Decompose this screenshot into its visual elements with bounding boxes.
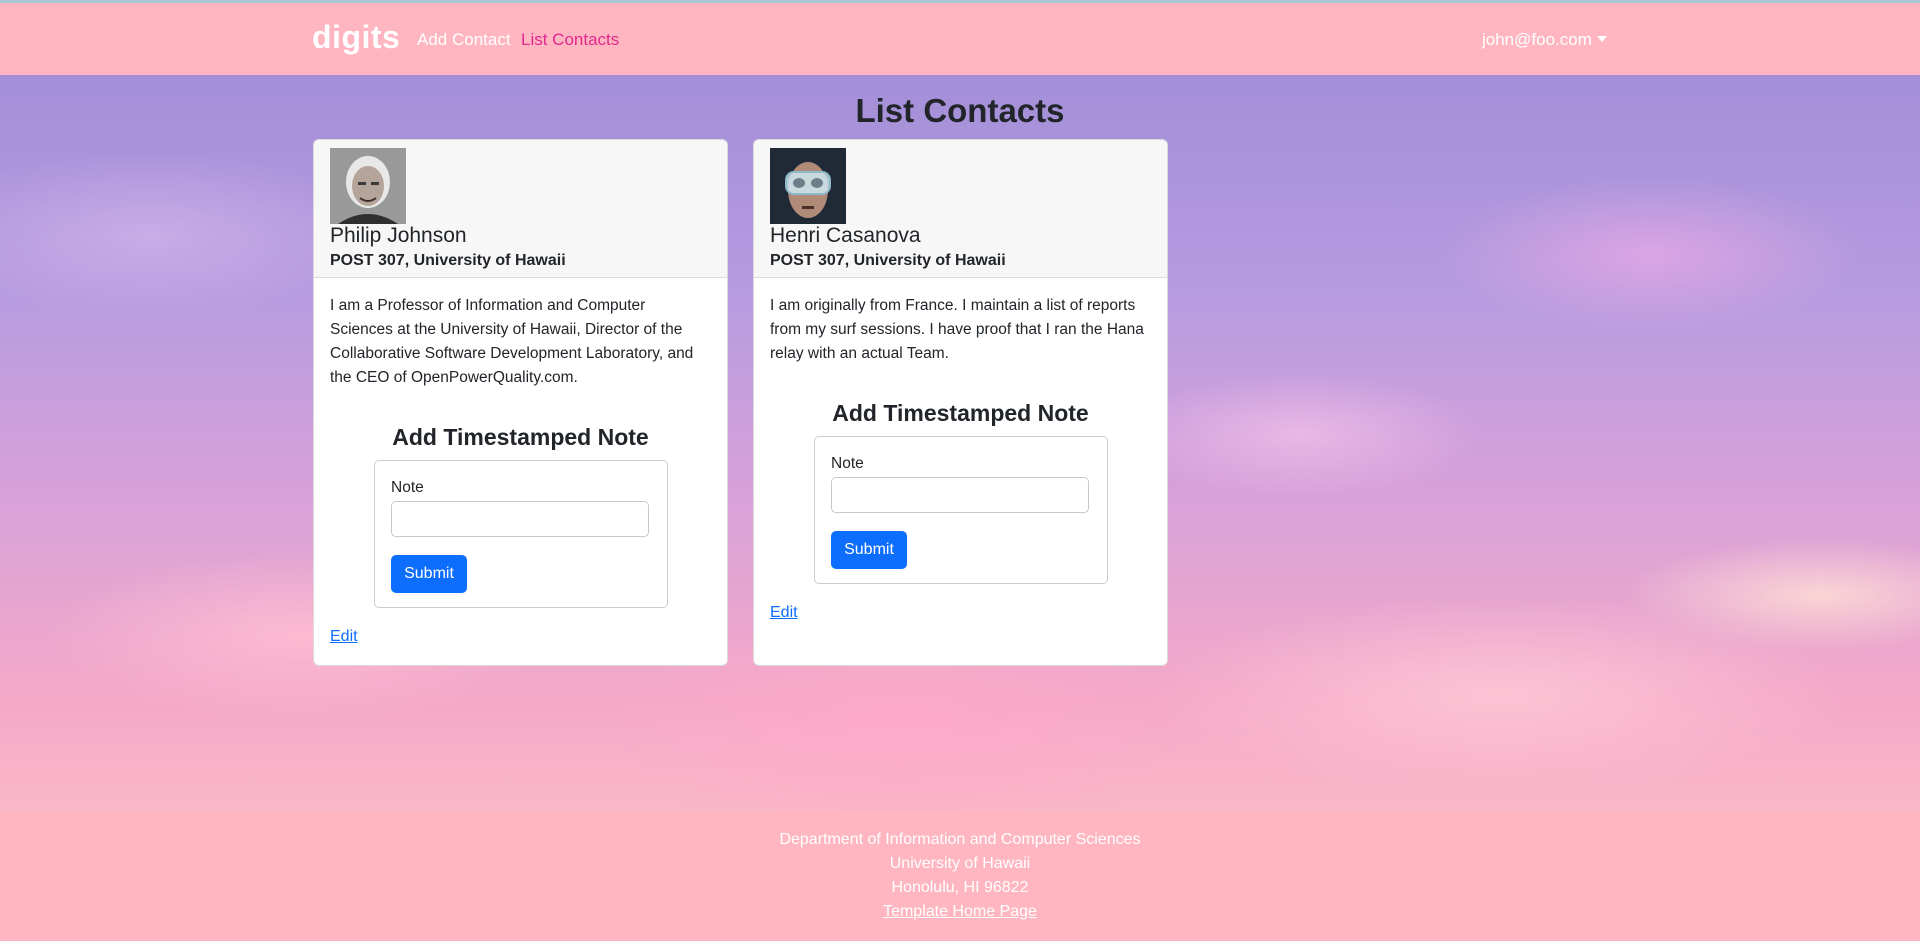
navbar: digits Add Contact List Contacts john@fo… <box>0 3 1920 75</box>
note-label: Note <box>391 479 424 496</box>
contact-card: Henri Casanova POST 307, University of H… <box>753 139 1168 666</box>
note-form: Note Submit <box>814 436 1108 584</box>
avatar <box>330 148 406 224</box>
note-form: Note Submit <box>374 460 668 608</box>
note-label: Note <box>831 455 864 472</box>
contact-name: Philip Johnson <box>330 224 467 247</box>
edit-link[interactable]: Edit <box>330 628 358 646</box>
footer-department: Department of Information and Computer S… <box>779 831 1141 848</box>
contact-name: Henri Casanova <box>770 224 921 247</box>
contact-description: I am originally from France. I maintain … <box>770 297 1144 362</box>
submit-button[interactable]: Submit <box>831 531 907 569</box>
nav-list-contacts[interactable]: List Contacts <box>521 30 619 50</box>
footer-address: Honolulu, HI 96822 <box>891 879 1029 896</box>
contact-description: I am a Professor of Information and Comp… <box>330 297 694 386</box>
avatar <box>770 148 846 224</box>
edit-link[interactable]: Edit <box>770 604 798 622</box>
user-email: john@foo.com <box>1482 30 1592 49</box>
nav-add-contact[interactable]: Add Contact <box>417 30 511 50</box>
note-title: Add Timestamped Note <box>832 400 1089 426</box>
note-title: Add Timestamped Note <box>392 424 649 450</box>
note-input[interactable] <box>831 477 1089 513</box>
user-dropdown[interactable]: john@foo.com <box>1482 30 1607 50</box>
contact-address: POST 307, University of Hawaii <box>770 252 1006 269</box>
card-header: Philip Johnson POST 307, University of H… <box>314 140 727 278</box>
brand-logo[interactable]: digits <box>312 19 400 56</box>
chevron-down-icon <box>1596 36 1607 42</box>
submit-button[interactable]: Submit <box>391 555 467 593</box>
card-header: Henri Casanova POST 307, University of H… <box>754 140 1167 278</box>
contact-card: Philip Johnson POST 307, University of H… <box>313 139 728 666</box>
contact-address: POST 307, University of Hawaii <box>330 252 566 269</box>
template-home-link[interactable]: Template Home Page <box>883 903 1037 920</box>
footer: Department of Information and Computer S… <box>0 811 1920 941</box>
page-title: List Contacts <box>855 92 1065 129</box>
footer-university: University of Hawaii <box>889 855 1031 872</box>
note-input[interactable] <box>391 501 649 537</box>
